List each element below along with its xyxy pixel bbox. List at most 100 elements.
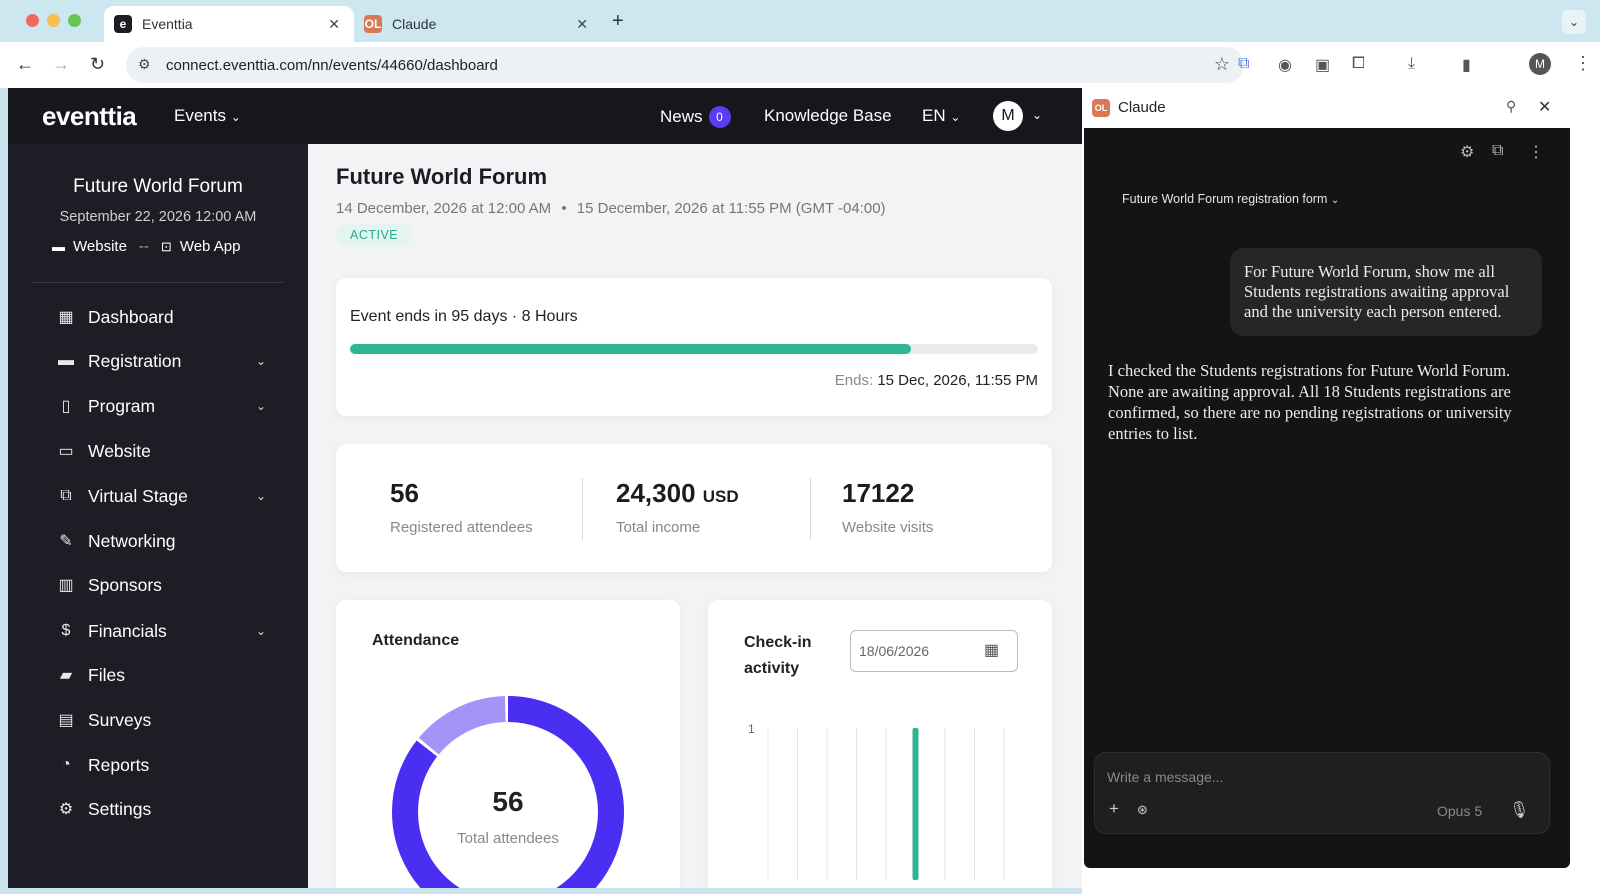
sidebar-item-files[interactable]: ▰ Files	[56, 660, 266, 690]
address-bar[interactable]: ⚙ connect.eventtia.com/nn/events/44660/d…	[126, 47, 1244, 83]
microphone-icon[interactable]: 🎙	[1509, 800, 1529, 820]
settings-gear-icon[interactable]: ⚙	[1460, 142, 1474, 162]
close-panel-icon[interactable]: ✕	[1538, 97, 1551, 117]
page-viewport: eventtia Events ⌄ News 0 Knowledge Base E…	[8, 88, 1100, 888]
sidebar-item-label: Reports	[88, 754, 150, 775]
financials-icon: $	[61, 622, 71, 639]
new-tab-button[interactable]: +	[612, 10, 624, 33]
sidebar-item-networking[interactable]: ✎ Networking	[56, 526, 266, 556]
countdown-text: Event ends in 95 days · 8 Hours	[350, 308, 578, 325]
eventtia-logo[interactable]: eventtia	[42, 101, 137, 132]
translate-extension-icon[interactable]: ⧉	[1238, 55, 1249, 73]
sidebar-item-surveys[interactable]: ▤ Surveys	[56, 705, 266, 735]
stat-divider	[810, 478, 811, 540]
website-link[interactable]: Website	[73, 238, 127, 255]
sidebar-item-financials[interactable]: $ Financials ⌄	[56, 616, 266, 646]
close-tab-icon[interactable]: ✕	[576, 16, 588, 33]
claude-favicon-icon: OL	[364, 15, 382, 33]
user-message: For Future World Forum, show me all Stud…	[1230, 248, 1542, 336]
conversation-title: Future World Forum registration form	[1122, 192, 1328, 206]
sidebar-item-virtual-stage[interactable]: ⧉ Virtual Stage ⌄	[56, 481, 266, 511]
dashboard-icon: ▦	[58, 309, 74, 326]
conversation-title-dropdown[interactable]: Future World Forum registration form ⌄	[1122, 192, 1339, 206]
maximize-window-button[interactable]	[68, 14, 81, 27]
minimize-window-button[interactable]	[47, 14, 60, 27]
sidebar-item-reports[interactable]: ◔ Reports	[56, 750, 266, 780]
stat-value: 17122	[842, 478, 915, 508]
sidebar-item-dashboard[interactable]: ▦ Dashboard	[56, 302, 266, 332]
sidebar-item-website[interactable]: ▭ Website	[56, 436, 266, 466]
tab-strip: e Eventtia ✕ OL Claude ✕ + ⌄	[0, 0, 1600, 42]
sidebar-item-registration[interactable]: ▬ Registration ⌄	[56, 346, 266, 376]
event-countdown-card: Event ends in 95 days · 8 Hours Ends: 15…	[336, 278, 1052, 416]
chevron-down-icon: ⌄	[950, 110, 961, 124]
web-app-link[interactable]: Web App	[180, 238, 241, 255]
more-options-icon[interactable]: ⋮	[1528, 142, 1544, 162]
site-info-icon[interactable]: ⚙	[138, 56, 151, 73]
tab-eventtia[interactable]: e Eventtia ✕	[104, 6, 354, 42]
income-amount: 24,300	[616, 478, 696, 508]
tools-icon[interactable]: ⊛	[1137, 802, 1148, 818]
bookmark-star-icon[interactable]: ☆	[1214, 54, 1230, 75]
user-avatar[interactable]: M	[993, 101, 1023, 131]
events-menu-label: Events	[174, 106, 226, 125]
language-selector[interactable]: EN ⌄	[922, 106, 960, 126]
files-icon: ▰	[59, 667, 73, 684]
ends-label: Ends:	[834, 372, 874, 389]
sidebar-divider	[32, 282, 284, 283]
chevron-down-icon: ⌄	[255, 489, 266, 503]
model-selector[interactable]: Opus 5	[1437, 803, 1482, 819]
new-chat-icon[interactable]: ⧉	[1492, 142, 1503, 160]
sidebar-item-label: Sponsors	[88, 574, 162, 595]
sidebar-item-label: Registration	[88, 350, 182, 371]
attendance-card: Attendance 56 Total attendees	[336, 600, 680, 888]
add-attachment-icon[interactable]: +	[1109, 799, 1119, 819]
tab-title: Eventtia	[142, 16, 193, 32]
sidebar-item-sponsors[interactable]: ▥ Sponsors	[56, 570, 266, 600]
browser-menu-icon[interactable]: ⋮	[1574, 53, 1592, 74]
sidebar-item-label: Dashboard	[88, 306, 174, 327]
sponsors-icon: ▥	[58, 577, 74, 594]
reports-icon: ◔	[61, 756, 71, 773]
settings-icon: ⚙	[58, 801, 74, 818]
event-dates: 14 December, 2026 at 12:00 AM • 15 Decem…	[336, 200, 886, 217]
close-tab-icon[interactable]: ✕	[328, 16, 340, 33]
sidebar-item-label: Networking	[88, 530, 176, 551]
forward-icon[interactable]: →	[52, 54, 70, 75]
url-text[interactable]: connect.eventtia.com/nn/events/44660/das…	[166, 57, 498, 74]
web-app-icon: ⊡	[160, 238, 172, 254]
events-menu[interactable]: Events ⌄	[174, 106, 241, 126]
news-link[interactable]: News 0	[660, 106, 731, 128]
screenshot-extension-icon[interactable]: ▣	[1315, 55, 1330, 75]
shield-extension-icon[interactable]: ◉	[1278, 55, 1292, 75]
sidebar-item-label: Program	[88, 395, 156, 416]
page-title: Future World Forum	[336, 164, 548, 189]
message-composer[interactable]: Write a message... + ⊛ Opus 5 🎙	[1094, 752, 1550, 834]
browser-profile-avatar[interactable]: M	[1529, 53, 1551, 75]
chevron-down-icon: ⌄	[230, 110, 241, 124]
sidebar-item-settings[interactable]: ⚙ Settings	[56, 794, 266, 824]
calendar-icon[interactable]: ▦	[984, 640, 999, 660]
website-card-icon: ▬	[52, 239, 65, 254]
chevron-down-icon[interactable]: ⌄	[1032, 108, 1042, 122]
checkin-chart: 1	[748, 722, 1005, 880]
stat-income: 24,300 USD Total income	[616, 478, 739, 536]
tab-claude[interactable]: OL Claude ✕	[354, 6, 602, 42]
sidebar-item-program[interactable]: ▯ Program ⌄	[56, 391, 266, 421]
close-window-button[interactable]	[26, 14, 39, 27]
knowledge-base-link[interactable]: Knowledge Base	[764, 106, 892, 126]
download-icon[interactable]: ⤓	[1408, 55, 1415, 73]
event-start: 14 December, 2026 at 12:00 AM	[336, 200, 552, 217]
reload-icon[interactable]: ↻	[90, 54, 105, 75]
side-panel-icon[interactable]: ▮	[1462, 55, 1471, 75]
donut-total: 56	[492, 786, 524, 817]
extensions-puzzle-icon[interactable]: ⧠	[1352, 55, 1365, 73]
program-icon: ▯	[61, 398, 71, 415]
top-nav: eventtia Events ⌄ News 0 Knowledge Base E…	[8, 88, 1100, 144]
status-badge: ACTIVE	[336, 224, 413, 246]
pin-icon[interactable]: ⚲	[1506, 98, 1516, 115]
message-input[interactable]: Write a message...	[1107, 769, 1223, 785]
y-tick-label: 1	[748, 722, 755, 736]
back-icon[interactable]: ←	[16, 54, 34, 75]
tab-search-button[interactable]: ⌄	[1562, 10, 1586, 34]
